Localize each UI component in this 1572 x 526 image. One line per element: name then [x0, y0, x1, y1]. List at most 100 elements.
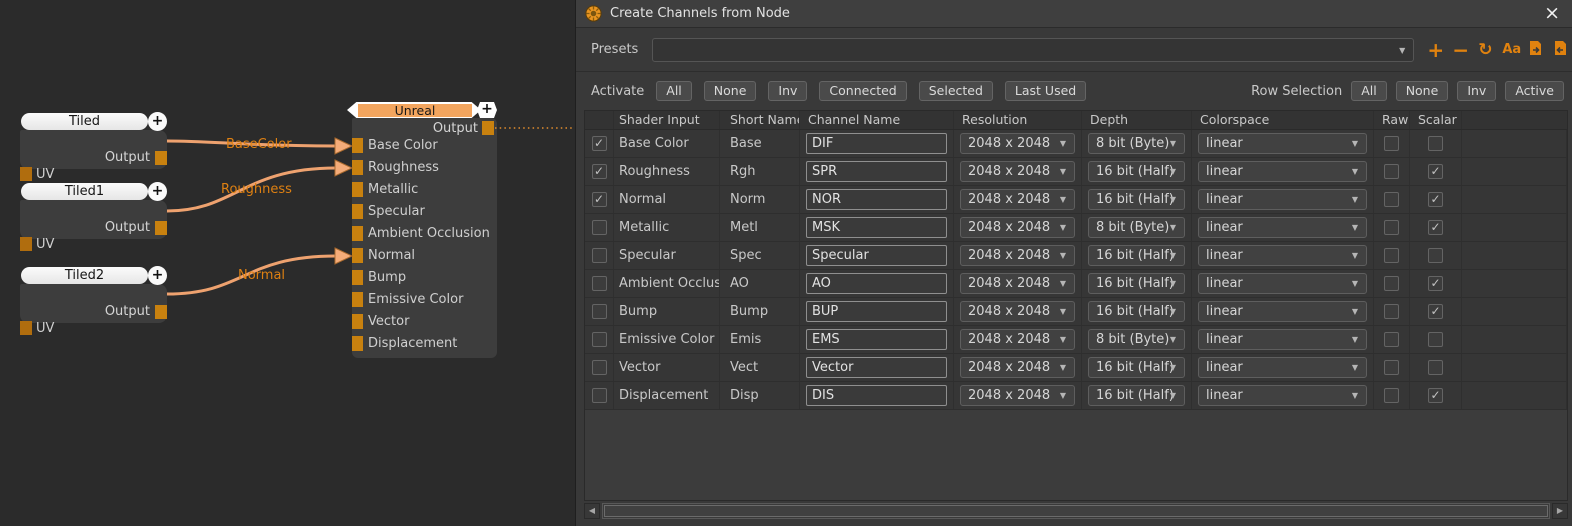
colorspace-dropdown[interactable]: linear ▼: [1198, 357, 1367, 378]
activate-filter-button[interactable]: Last Used: [1005, 81, 1086, 101]
channel-name-input[interactable]: [806, 329, 947, 350]
depth-dropdown[interactable]: 16 bit (Half) ▼: [1088, 301, 1185, 322]
raw-checkbox[interactable]: ✓: [1384, 332, 1399, 347]
output-port[interactable]: [155, 305, 167, 319]
channel-row[interactable]: ✓ Emissive Color Emis 2048 x 2048 ▼: [585, 326, 1567, 354]
resolution-dropdown[interactable]: 2048 x 2048 ▼: [960, 357, 1075, 378]
channel-row[interactable]: ✓ Metallic Metl 2048 x 2048 ▼: [585, 214, 1567, 242]
raw-checkbox[interactable]: ✓: [1384, 388, 1399, 403]
node-body[interactable]: Output UV: [20, 130, 167, 169]
scalar-checkbox[interactable]: ✓: [1428, 136, 1443, 151]
resolution-dropdown[interactable]: 2048 x 2048 ▼: [960, 273, 1075, 294]
node-body[interactable]: Output UV: [20, 200, 167, 239]
channel-row[interactable]: ✓ Vector Vect 2048 x 2048 ▼: [585, 354, 1567, 382]
dialog-titlebar[interactable]: Create Channels from Node ×: [576, 0, 1572, 28]
colorspace-dropdown[interactable]: linear ▼: [1198, 301, 1367, 322]
resolution-dropdown[interactable]: 2048 x 2048 ▼: [960, 245, 1075, 266]
node-header[interactable]: Tiled: [21, 113, 148, 130]
active-checkbox[interactable]: ✓: [592, 248, 607, 263]
raw-checkbox[interactable]: ✓: [1384, 164, 1399, 179]
channel-name-input[interactable]: [806, 217, 947, 238]
activate-filter-button[interactable]: Inv: [768, 81, 807, 101]
colorspace-dropdown[interactable]: linear ▼: [1198, 385, 1367, 406]
depth-dropdown[interactable]: 16 bit (Half) ▼: [1088, 189, 1185, 210]
scalar-checkbox[interactable]: ✓: [1428, 248, 1443, 263]
scalar-checkbox[interactable]: ✓: [1428, 164, 1443, 179]
node-header[interactable]: Tiled1: [21, 183, 148, 200]
depth-dropdown[interactable]: 8 bit (Byte) ▼: [1088, 217, 1185, 238]
node-body[interactable]: Output UV: [20, 284, 167, 323]
presets-dropdown[interactable]: ▼: [652, 38, 1414, 62]
colorspace-dropdown[interactable]: linear ▼: [1198, 189, 1367, 210]
depth-dropdown[interactable]: 16 bit (Half) ▼: [1088, 273, 1185, 294]
depth-dropdown[interactable]: 8 bit (Byte) ▼: [1088, 133, 1185, 154]
colorspace-dropdown[interactable]: linear ▼: [1198, 161, 1367, 182]
output-port[interactable]: [155, 221, 167, 235]
depth-dropdown[interactable]: 16 bit (Half) ▼: [1088, 385, 1185, 406]
raw-checkbox[interactable]: ✓: [1384, 220, 1399, 235]
active-checkbox[interactable]: ✓: [592, 164, 607, 179]
raw-checkbox[interactable]: ✓: [1384, 192, 1399, 207]
close-icon[interactable]: ×: [1544, 4, 1560, 23]
channel-name-input[interactable]: [806, 385, 947, 406]
refresh-icon[interactable]: ↻: [1477, 41, 1493, 59]
scalar-checkbox[interactable]: ✓: [1428, 388, 1443, 403]
scalar-checkbox[interactable]: ✓: [1428, 276, 1443, 291]
activate-filter-button[interactable]: Connected: [819, 81, 906, 101]
active-checkbox[interactable]: ✓: [592, 220, 607, 235]
channel-name-input[interactable]: [806, 133, 947, 154]
output-port[interactable]: [155, 151, 167, 165]
channel-name-input[interactable]: [806, 245, 947, 266]
raw-checkbox[interactable]: ✓: [1384, 276, 1399, 291]
rename-icon[interactable]: Aa: [1502, 42, 1518, 57]
add-port-button[interactable]: +: [148, 182, 167, 201]
raw-checkbox[interactable]: ✓: [1384, 248, 1399, 263]
scalar-checkbox[interactable]: ✓: [1428, 360, 1443, 375]
activate-filter-button[interactable]: All: [656, 81, 692, 101]
uv-port[interactable]: [20, 167, 32, 181]
tiled-node[interactable]: Tiled1 + Output UV: [20, 183, 167, 239]
channel-name-input[interactable]: [806, 273, 947, 294]
uv-port[interactable]: [20, 321, 32, 335]
row-selection-button[interactable]: Active: [1505, 81, 1564, 101]
resolution-dropdown[interactable]: 2048 x 2048 ▼: [960, 329, 1075, 350]
add-preset-icon[interactable]: +: [1427, 41, 1443, 59]
scrollbar-thumb[interactable]: [604, 505, 1548, 517]
channel-name-input[interactable]: [806, 161, 947, 182]
colorspace-dropdown[interactable]: linear ▼: [1198, 217, 1367, 238]
load-preset-icon[interactable]: [1552, 40, 1568, 60]
channel-row[interactable]: ✓ Ambient Occlusion AO 2048 x 2048 ▼: [585, 270, 1567, 298]
channel-name-input[interactable]: [806, 189, 947, 210]
tiled-node[interactable]: Tiled2 + Output UV: [20, 267, 167, 323]
depth-dropdown[interactable]: 16 bit (Half) ▼: [1088, 357, 1185, 378]
depth-dropdown[interactable]: 16 bit (Half) ▼: [1088, 161, 1185, 182]
channel-row[interactable]: ✓ Displacement Disp 2048 x 2048 ▼: [585, 382, 1567, 410]
node-header[interactable]: Tiled2: [21, 267, 148, 284]
channel-row[interactable]: ✓ Bump Bump 2048 x 2048 ▼: [585, 298, 1567, 326]
active-checkbox[interactable]: ✓: [592, 388, 607, 403]
active-checkbox[interactable]: ✓: [592, 332, 607, 347]
active-checkbox[interactable]: ✓: [592, 304, 607, 319]
resolution-dropdown[interactable]: 2048 x 2048 ▼: [960, 189, 1075, 210]
horizontal-scrollbar[interactable]: ◀ ▶: [584, 503, 1568, 519]
save-preset-icon[interactable]: [1527, 40, 1543, 60]
remove-preset-icon[interactable]: −: [1452, 41, 1468, 59]
add-port-button[interactable]: +: [148, 112, 167, 131]
scalar-checkbox[interactable]: ✓: [1428, 304, 1443, 319]
colorspace-dropdown[interactable]: linear ▼: [1198, 329, 1367, 350]
resolution-dropdown[interactable]: 2048 x 2048 ▼: [960, 385, 1075, 406]
activate-filter-button[interactable]: Selected: [919, 81, 993, 101]
colorspace-dropdown[interactable]: linear ▼: [1198, 133, 1367, 154]
scroll-right-button[interactable]: ▶: [1552, 503, 1568, 519]
row-selection-button[interactable]: None: [1396, 81, 1449, 101]
active-checkbox[interactable]: ✓: [592, 360, 607, 375]
scalar-checkbox[interactable]: ✓: [1428, 332, 1443, 347]
uv-port[interactable]: [20, 237, 32, 251]
active-checkbox[interactable]: ✓: [592, 192, 607, 207]
scrollbar-track[interactable]: [602, 503, 1550, 519]
active-checkbox[interactable]: ✓: [592, 136, 607, 151]
active-checkbox[interactable]: ✓: [592, 276, 607, 291]
row-selection-button[interactable]: Inv: [1457, 81, 1496, 101]
scroll-left-button[interactable]: ◀: [584, 503, 600, 519]
channel-row[interactable]: ✓ Base Color Base 2048 x 2048 ▼: [585, 130, 1567, 158]
